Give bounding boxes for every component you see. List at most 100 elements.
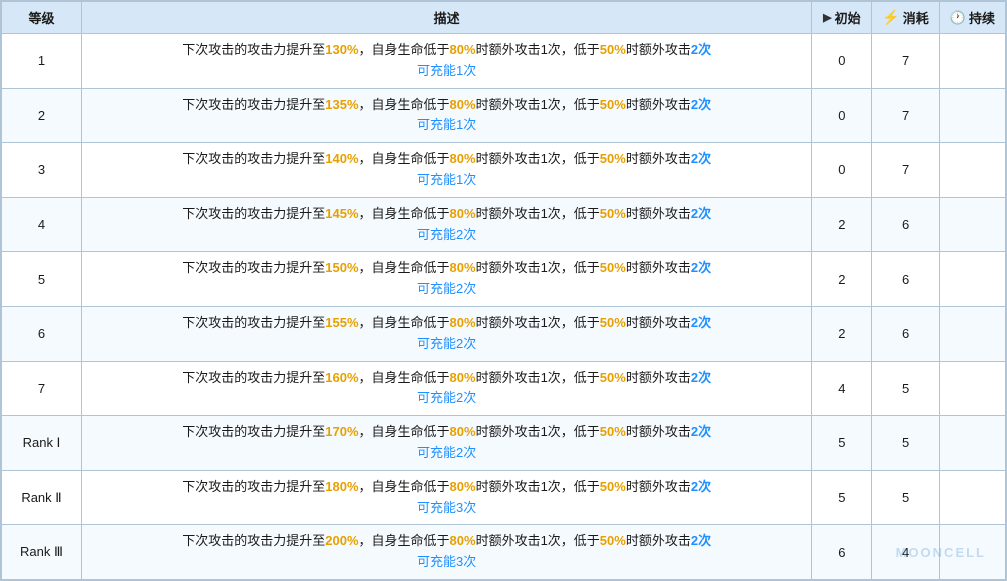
highlight-percent: 140% — [325, 151, 358, 166]
highlight-percent: 155% — [325, 315, 358, 330]
cell-persist — [939, 34, 1005, 89]
skill-table-wrapper: 等级 描述 ▶ 初始 ⚡ 消耗 — [0, 0, 1007, 581]
cell-level: 4 — [2, 197, 82, 252]
cell-cost: 7 — [872, 143, 939, 198]
cell-persist — [939, 197, 1005, 252]
cell-description: 下次攻击的攻击力提升至160%，自身生命低于80%时额外攻击1次，低于50%时额… — [82, 361, 812, 416]
clock-icon: 🕐 — [950, 10, 966, 26]
highlight-2times: 2次 — [691, 315, 711, 330]
highlight-percent: 170% — [325, 424, 358, 439]
cell-initial: 5 — [812, 416, 872, 471]
table-row: 4下次攻击的攻击力提升至145%，自身生命低于80%时额外攻击1次，低于50%时… — [2, 197, 1006, 252]
cell-description: 下次攻击的攻击力提升至180%，自身生命低于80%时额外攻击1次，低于50%时额… — [82, 470, 812, 525]
cell-level: Rank Ⅲ — [2, 525, 82, 580]
cell-level: 7 — [2, 361, 82, 416]
cell-initial: 2 — [812, 197, 872, 252]
highlight-2times: 2次 — [691, 151, 711, 166]
charge-text: 可充能3次 — [92, 552, 801, 573]
charge-text: 可充能3次 — [92, 498, 801, 519]
header-initial: ▶ 初始 — [812, 2, 872, 34]
cell-description: 下次攻击的攻击力提升至130%，自身生命低于80%时额外攻击1次，低于50%时额… — [82, 34, 812, 89]
highlight-80pct: 80% — [450, 151, 476, 166]
cell-initial: 0 — [812, 34, 872, 89]
highlight-50pct: 50% — [600, 370, 626, 385]
cell-initial: 4 — [812, 361, 872, 416]
table-row: 5下次攻击的攻击力提升至150%，自身生命低于80%时额外攻击1次，低于50%时… — [2, 252, 1006, 307]
table-row: Rank Ⅱ下次攻击的攻击力提升至180%，自身生命低于80%时额外攻击1次，低… — [2, 470, 1006, 525]
charge-text: 可充能2次 — [92, 334, 801, 355]
cell-cost: 7 — [872, 88, 939, 143]
highlight-50pct: 50% — [600, 479, 626, 494]
cell-description: 下次攻击的攻击力提升至170%，自身生命低于80%时额外攻击1次，低于50%时额… — [82, 416, 812, 471]
lightning-icon: ⚡ — [882, 9, 899, 26]
cell-cost: 6 — [872, 306, 939, 361]
cell-initial: 5 — [812, 470, 872, 525]
cell-level: 2 — [2, 88, 82, 143]
cell-cost: 5 — [872, 361, 939, 416]
cell-description: 下次攻击的攻击力提升至135%，自身生命低于80%时额外攻击1次，低于50%时额… — [82, 88, 812, 143]
highlight-percent: 160% — [325, 370, 358, 385]
cell-persist — [939, 143, 1005, 198]
highlight-2times: 2次 — [691, 533, 711, 548]
highlight-80pct: 80% — [450, 370, 476, 385]
highlight-80pct: 80% — [450, 260, 476, 275]
table-row: 3下次攻击的攻击力提升至140%，自身生命低于80%时额外攻击1次，低于50%时… — [2, 143, 1006, 198]
table-row: 1下次攻击的攻击力提升至130%，自身生命低于80%时额外攻击1次，低于50%时… — [2, 34, 1006, 89]
header-persist: 🕐 持续 — [939, 2, 1005, 34]
cell-description: 下次攻击的攻击力提升至150%，自身生命低于80%时额外攻击1次，低于50%时额… — [82, 252, 812, 307]
arrow-right-icon: ▶ — [823, 11, 831, 24]
cell-persist — [939, 525, 1005, 580]
header-level: 等级 — [2, 2, 82, 34]
highlight-50pct: 50% — [600, 260, 626, 275]
cell-persist — [939, 252, 1005, 307]
cell-initial: 0 — [812, 88, 872, 143]
cell-level: 6 — [2, 306, 82, 361]
skill-table: 等级 描述 ▶ 初始 ⚡ 消耗 — [1, 1, 1006, 580]
cell-cost: 5 — [872, 416, 939, 471]
highlight-80pct: 80% — [450, 533, 476, 548]
highlight-80pct: 80% — [450, 479, 476, 494]
cell-cost: 5 — [872, 470, 939, 525]
highlight-80pct: 80% — [450, 206, 476, 221]
header-description: 描述 — [82, 2, 812, 34]
cell-initial: 6 — [812, 525, 872, 580]
highlight-2times: 2次 — [691, 370, 711, 385]
highlight-2times: 2次 — [691, 42, 711, 57]
cell-description: 下次攻击的攻击力提升至140%，自身生命低于80%时额外攻击1次，低于50%时额… — [82, 143, 812, 198]
highlight-percent: 135% — [325, 97, 358, 112]
cell-persist — [939, 470, 1005, 525]
highlight-percent: 180% — [325, 479, 358, 494]
highlight-80pct: 80% — [450, 97, 476, 112]
cell-persist — [939, 88, 1005, 143]
charge-text: 可充能2次 — [92, 225, 801, 246]
cell-persist — [939, 361, 1005, 416]
highlight-2times: 2次 — [691, 97, 711, 112]
table-body: 1下次攻击的攻击力提升至130%，自身生命低于80%时额外攻击1次，低于50%时… — [2, 34, 1006, 580]
highlight-2times: 2次 — [691, 260, 711, 275]
highlight-percent: 200% — [325, 533, 358, 548]
table-row: 7下次攻击的攻击力提升至160%，自身生命低于80%时额外攻击1次，低于50%时… — [2, 361, 1006, 416]
highlight-50pct: 50% — [600, 42, 626, 57]
charge-text: 可充能1次 — [92, 61, 801, 82]
cell-level: Rank Ⅰ — [2, 416, 82, 471]
highlight-2times: 2次 — [691, 206, 711, 221]
cell-initial: 2 — [812, 306, 872, 361]
cell-description: 下次攻击的攻击力提升至145%，自身生命低于80%时额外攻击1次，低于50%时额… — [82, 197, 812, 252]
highlight-50pct: 50% — [600, 97, 626, 112]
highlight-80pct: 80% — [450, 424, 476, 439]
cell-persist — [939, 306, 1005, 361]
highlight-2times: 2次 — [691, 479, 711, 494]
highlight-percent: 150% — [325, 260, 358, 275]
highlight-50pct: 50% — [600, 424, 626, 439]
highlight-80pct: 80% — [450, 42, 476, 57]
highlight-50pct: 50% — [600, 533, 626, 548]
cell-cost: 6 — [872, 197, 939, 252]
highlight-2times: 2次 — [691, 424, 711, 439]
highlight-50pct: 50% — [600, 206, 626, 221]
cell-description: 下次攻击的攻击力提升至155%，自身生命低于80%时额外攻击1次，低于50%时额… — [82, 306, 812, 361]
table-row: 2下次攻击的攻击力提升至135%，自身生命低于80%时额外攻击1次，低于50%时… — [2, 88, 1006, 143]
highlight-percent: 145% — [325, 206, 358, 221]
cell-level: 3 — [2, 143, 82, 198]
cell-cost: 4 — [872, 525, 939, 580]
cell-cost: 7 — [872, 34, 939, 89]
